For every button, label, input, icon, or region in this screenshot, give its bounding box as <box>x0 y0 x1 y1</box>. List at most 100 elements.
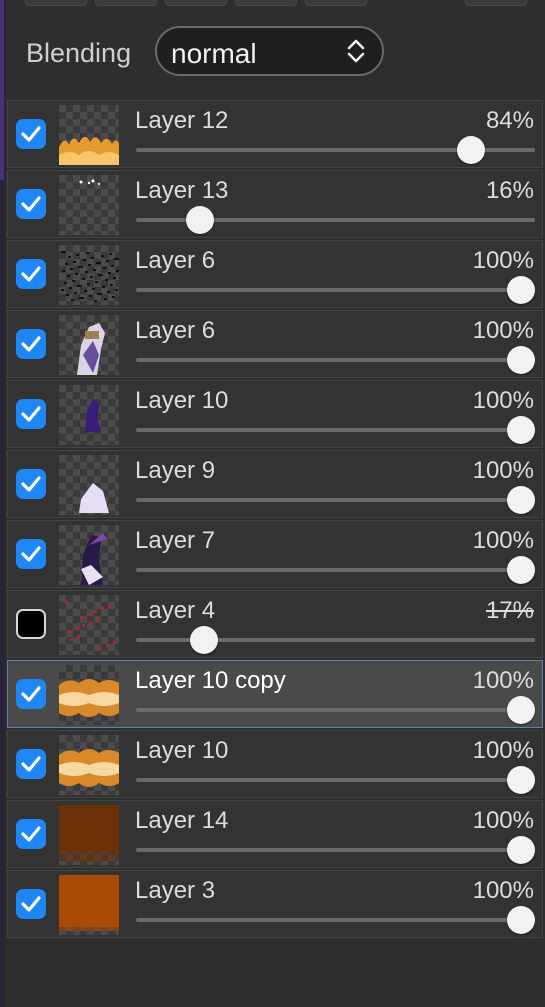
layer-name: Layer 4 <box>135 597 216 624</box>
layer-name: Layer 10 copy <box>135 667 286 694</box>
layer-row[interactable]: Layer 10 100% <box>7 380 543 448</box>
layer-thumbnail <box>59 595 119 655</box>
checkmark-icon <box>21 126 41 142</box>
opacity-slider-knob[interactable] <box>507 416 535 444</box>
opacity-slider-knob[interactable] <box>507 556 535 584</box>
layer-row[interactable]: Layer 6 100% <box>7 310 543 378</box>
layer-thumbnail <box>59 315 119 375</box>
layer-opacity-value: 100% <box>472 807 534 834</box>
opacity-slider[interactable] <box>136 906 535 934</box>
layer-row[interactable]: Layer 7 100% <box>7 520 543 588</box>
opacity-slider[interactable] <box>136 136 535 164</box>
opacity-slider-knob[interactable] <box>189 626 218 654</box>
toolbar-button-4[interactable] <box>235 0 297 6</box>
layers-panel: Blending normal Layer 12 84% Layer 13 16% La… <box>5 0 545 1007</box>
toolbar-button-2[interactable] <box>95 0 157 6</box>
opacity-slider[interactable] <box>136 346 535 374</box>
opacity-slider[interactable] <box>136 206 535 234</box>
opacity-slider[interactable] <box>136 486 535 514</box>
opacity-slider[interactable] <box>136 766 535 794</box>
visibility-checkbox[interactable] <box>16 679 46 709</box>
opacity-slider[interactable] <box>136 696 535 724</box>
opacity-slider-knob[interactable] <box>507 836 535 864</box>
opacity-slider-knob[interactable] <box>507 346 535 374</box>
visibility-checkbox[interactable] <box>16 819 46 849</box>
layer-row[interactable]: Layer 9 100% <box>7 450 543 518</box>
layer-row[interactable]: Layer 10 copy 100% <box>7 660 543 728</box>
layer-row[interactable]: Layer 10 100% <box>7 730 543 798</box>
opacity-slider-knob[interactable] <box>507 696 535 724</box>
toolbar-button-3[interactable] <box>165 0 227 6</box>
chevron-up-down-icon <box>346 37 366 65</box>
checkmark-icon <box>21 896 41 912</box>
top-toolbar <box>5 0 545 8</box>
opacity-slider-knob[interactable] <box>507 766 535 794</box>
checkmark-icon <box>21 406 41 422</box>
visibility-checkbox[interactable] <box>16 539 46 569</box>
layer-thumbnail <box>59 875 119 935</box>
layer-opacity-value: 17% <box>485 597 534 624</box>
checkmark-icon <box>21 756 41 772</box>
checkmark-icon <box>21 336 41 352</box>
checkmark-icon <box>21 686 41 702</box>
visibility-checkbox[interactable] <box>16 889 46 919</box>
toolbar-button-5[interactable] <box>305 0 367 6</box>
layer-name: Layer 6 <box>135 247 216 274</box>
visibility-checkbox[interactable] <box>16 749 46 779</box>
visibility-checkbox[interactable] <box>16 329 46 359</box>
toolbar-button-6[interactable] <box>465 0 527 6</box>
visibility-checkbox[interactable] <box>16 189 46 219</box>
layer-row[interactable]: Layer 6 100% <box>7 240 543 308</box>
layer-opacity-value: 100% <box>472 737 534 764</box>
opacity-slider[interactable] <box>136 556 535 584</box>
opacity-slider-knob[interactable] <box>185 206 214 234</box>
layer-thumbnail <box>59 665 119 725</box>
layer-opacity-value: 100% <box>472 527 534 554</box>
visibility-checkbox[interactable] <box>16 609 46 639</box>
visibility-checkbox[interactable] <box>16 469 46 499</box>
layer-opacity-value: 100% <box>472 877 534 904</box>
layer-thumbnail <box>59 175 119 235</box>
layer-row[interactable]: Layer 13 16% <box>7 170 543 238</box>
opacity-slider-knob[interactable] <box>507 276 535 304</box>
layer-opacity-value: 100% <box>472 667 534 694</box>
opacity-slider-knob[interactable] <box>507 486 535 514</box>
opacity-slider-knob[interactable] <box>457 136 486 164</box>
opacity-slider[interactable] <box>136 836 535 864</box>
opacity-slider[interactable] <box>136 626 535 654</box>
layer-thumbnail <box>59 805 119 865</box>
layer-thumbnail <box>59 455 119 515</box>
layer-name: Layer 9 <box>135 457 216 484</box>
layer-opacity-value: 16% <box>485 177 534 204</box>
blending-row: Blending normal <box>5 26 545 82</box>
layer-thumbnail <box>59 735 119 795</box>
layer-name: Layer 12 <box>135 107 229 134</box>
toolbar-button-1[interactable] <box>25 0 87 6</box>
layer-name: Layer 6 <box>135 317 216 344</box>
panel-footer <box>5 942 545 1007</box>
layer-row[interactable]: Layer 12 84% <box>7 100 543 168</box>
visibility-checkbox[interactable] <box>16 399 46 429</box>
layer-list: Layer 12 84% Layer 13 16% Layer 6 100% Layer 6… <box>7 100 545 942</box>
layer-name: Layer 3 <box>135 877 216 904</box>
layer-name: Layer 13 <box>135 177 229 204</box>
layer-row[interactable]: Layer 3 100% <box>7 870 543 938</box>
opacity-slider-knob[interactable] <box>507 906 535 934</box>
layer-thumbnail <box>59 385 119 445</box>
layer-row[interactable]: Layer 14 100% <box>7 800 543 868</box>
visibility-checkbox[interactable] <box>16 119 46 149</box>
layer-name: Layer 10 <box>135 387 229 414</box>
layer-row[interactable]: Layer 4 17% <box>7 590 543 658</box>
visibility-checkbox[interactable] <box>16 259 46 289</box>
layer-opacity-value: 100% <box>472 387 534 414</box>
checkmark-icon <box>21 546 41 562</box>
layer-opacity-value: 100% <box>472 317 534 344</box>
opacity-slider[interactable] <box>136 416 535 444</box>
opacity-slider[interactable] <box>136 276 535 304</box>
blending-label: Blending <box>26 38 132 68</box>
layer-name: Layer 7 <box>135 527 216 554</box>
blending-mode-select[interactable]: normal <box>155 26 384 76</box>
checkmark-icon <box>21 266 41 282</box>
layer-thumbnail <box>59 525 119 585</box>
layer-thumbnail <box>59 245 119 305</box>
